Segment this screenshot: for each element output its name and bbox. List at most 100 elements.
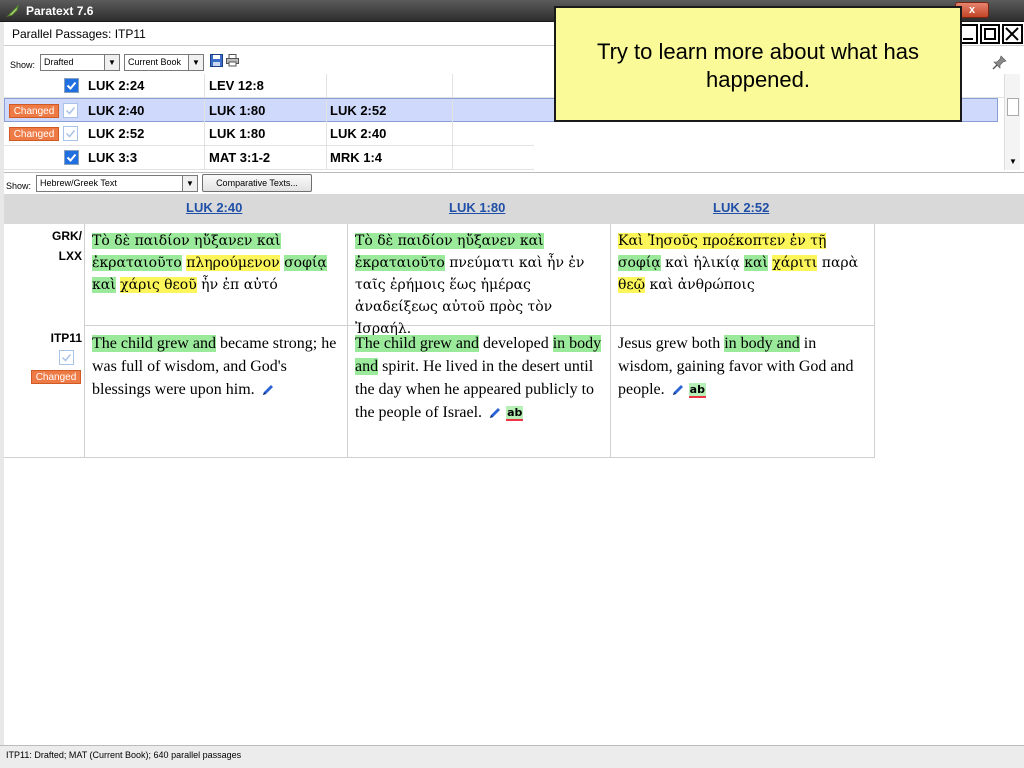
row-label-greek: GRK/ LXX: [4, 226, 82, 326]
itp-row-label: ITP11: [50, 331, 82, 345]
instruction-note: Try to learn more about what has happene…: [554, 6, 962, 122]
checkbox[interactable]: [64, 78, 79, 93]
chevron-down-icon: ▼: [182, 176, 197, 191]
column-divider: [204, 146, 205, 170]
passage-ref: LUK 2:40: [330, 126, 387, 141]
match-highlight: Τὸ δὲ παιδίον ηὔξανεν καὶ: [92, 233, 281, 249]
passage-ref: LUK 2:24: [88, 78, 145, 93]
checkbox[interactable]: [63, 126, 78, 141]
column-divider: [204, 74, 205, 98]
text-run: ἦν ἐπ αὐτό: [196, 277, 278, 293]
filter-select-value: Drafted: [44, 57, 74, 67]
checkbox-checked-icon: [65, 79, 78, 92]
match-highlight: Τὸ δὲ παιδίον ηὔξανεν καὶ: [355, 233, 544, 249]
chevron-down-icon: ▼: [104, 55, 119, 70]
text-run: spirit. He lived in the desert until the…: [355, 358, 595, 421]
column-divider: [347, 224, 348, 458]
status-bar: ITP11: Drafted; MAT (Current Book); 640 …: [0, 745, 1024, 768]
translation-text-cell[interactable]: Jesus grew both in body and in wisdom, g…: [618, 332, 870, 401]
filter-select[interactable]: Drafted ▼: [40, 54, 120, 71]
column-divider: [874, 224, 875, 458]
checkbox[interactable]: [64, 150, 79, 165]
column-divider: [326, 122, 327, 146]
translation-text-cell[interactable]: The child grew and became strong; he was…: [92, 332, 344, 401]
column-divider: [326, 146, 327, 170]
checkbox-checked-icon: [65, 151, 78, 164]
partial-highlight: θεῷ: [618, 277, 646, 293]
greek-row-label: GRK/ LXX: [52, 229, 82, 263]
column-link[interactable]: LUK 1:80: [449, 200, 505, 215]
instruction-note-text: Try to learn more about what has happene…: [596, 39, 919, 92]
pencil-icon[interactable]: [488, 406, 502, 420]
pencil-icon[interactable]: [261, 383, 275, 397]
column-link[interactable]: LUK 2:40: [186, 200, 242, 215]
paratext-window: Paratext 7.6 x Parallel Passages: ITP11 …: [0, 0, 1024, 768]
greek-text-cell: Τὸ δὲ παιδίον ηὔξανεν καὶ ἐκραταιοῦτο πν…: [355, 230, 607, 340]
row-divider: [4, 457, 875, 458]
match-highlight: in body and: [724, 335, 800, 352]
passage-ref: LUK 2:52: [330, 103, 387, 118]
scope-select[interactable]: Current Book ▼: [124, 54, 204, 71]
spelling-icon[interactable]: ab: [688, 382, 706, 398]
column-divider: [452, 74, 453, 98]
passage-ref: MAT 3:1-2: [209, 150, 271, 165]
column-divider: [84, 224, 85, 458]
column-divider: [204, 99, 205, 123]
app-title: Paratext 7.6: [26, 4, 94, 18]
maximize-icon: [984, 28, 996, 40]
text-select-value: Hebrew/Greek Text: [40, 178, 117, 188]
checkbox[interactable]: [59, 350, 74, 365]
partial-highlight: Καὶ Ἰησοῦς προέκοπτεν ἐν τῇ: [618, 233, 827, 249]
match-highlight: The child grew and: [92, 335, 216, 352]
scroll-down-icon[interactable]: ▼: [1009, 157, 1017, 166]
text-select[interactable]: Hebrew/Greek Text ▼: [36, 175, 198, 192]
passage-ref: LUK 1:80: [209, 103, 266, 118]
match-highlight: σοφίᾳ: [284, 255, 327, 271]
maximize-button[interactable]: [980, 24, 1000, 44]
close-button[interactable]: [1002, 24, 1023, 44]
passage-ref: LUK 2:52: [88, 126, 145, 141]
text-run: καὶ ἀνθρώποις: [645, 277, 755, 293]
changed-badge: Changed: [9, 127, 59, 141]
passage-ref: LUK 1:80: [209, 126, 266, 141]
column-divider: [452, 99, 453, 123]
changed-badge: Changed: [31, 370, 81, 384]
column-link[interactable]: LUK 2:52: [713, 200, 769, 215]
column-divider: [452, 146, 453, 170]
scrollbar-thumb[interactable]: [1007, 98, 1019, 116]
chevron-down-icon: ▼: [188, 55, 203, 70]
translation-text-cell[interactable]: The child grew and developed in body and…: [355, 332, 607, 424]
save-icon[interactable]: [210, 54, 223, 67]
spelling-icon[interactable]: ab: [506, 405, 524, 421]
comparison-table: LUK 2:40 LUK 1:80 LUK 2:52 GRK/ LXX ITP1…: [4, 194, 1024, 458]
partial-highlight: χάρις θεοῦ: [120, 277, 197, 293]
checkbox-dim-icon: [65, 107, 76, 115]
pin-icon[interactable]: [992, 54, 1008, 70]
comparative-texts-button[interactable]: Comparative Texts...: [202, 174, 312, 192]
comparison-header: LUK 2:40 LUK 1:80 LUK 2:52: [4, 194, 1024, 224]
minimize-icon: [963, 38, 973, 40]
passages-scrollbar[interactable]: ▼: [1004, 74, 1020, 170]
text-run: καὶ ἡλικίᾳ: [660, 255, 745, 271]
match-highlight: ἐκραταιοῦτο: [355, 255, 445, 271]
match-highlight: καὶ: [92, 277, 116, 293]
checkbox[interactable]: [63, 103, 78, 118]
status-text: ITP11: Drafted; MAT (Current Book); 640 …: [6, 750, 242, 760]
passage-ref: LUK 3:3: [88, 150, 138, 165]
column-divider: [326, 99, 327, 123]
column-divider: [204, 122, 205, 146]
match-highlight: σοφίᾳ: [618, 255, 661, 271]
show-label: Show:: [10, 60, 36, 70]
passage-ref: LUK 2:40: [88, 103, 145, 118]
column-divider: [610, 224, 611, 458]
window-title: Parallel Passages: ITP11: [12, 27, 146, 41]
print-icon[interactable]: [226, 54, 239, 67]
scope-select-value: Current Book: [128, 57, 182, 67]
text-run: Jesus grew both: [618, 335, 725, 352]
passage-row[interactable]: Changed LUK 2:52 LUK 1:80 LUK 2:40: [4, 122, 534, 146]
pencil-icon[interactable]: [671, 383, 685, 397]
checkbox-dim-icon: [65, 130, 76, 138]
match-highlight: ἐκραταιοῦτο: [92, 255, 182, 271]
app-leaf-icon: [6, 4, 19, 17]
passage-row[interactable]: LUK 3:3 MAT 3:1-2 MRK 1:4: [4, 146, 534, 170]
